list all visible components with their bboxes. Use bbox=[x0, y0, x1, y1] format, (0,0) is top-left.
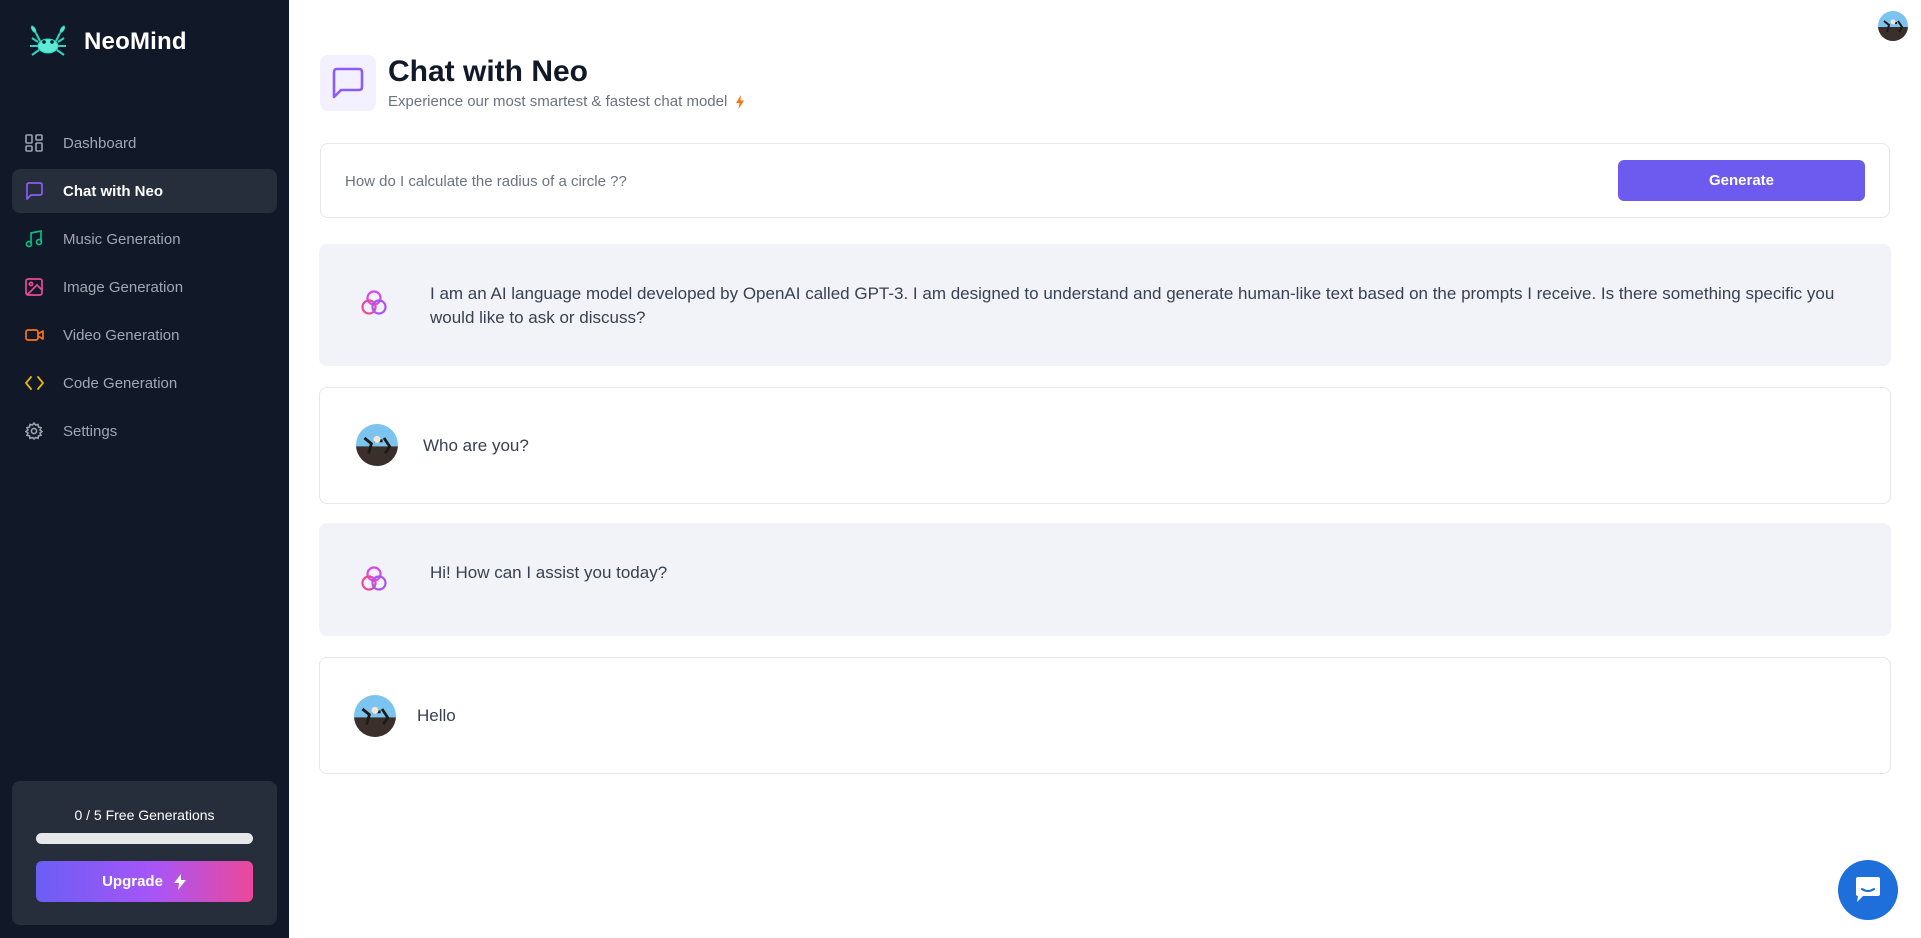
message-bot: I am an AI language model developed by O… bbox=[319, 244, 1891, 366]
bot-logo-icon bbox=[361, 290, 387, 315]
bot-logo-icon bbox=[361, 566, 387, 591]
upgrade-button[interactable]: Upgrade bbox=[36, 861, 253, 902]
page-subtitle: Experience our most smartest & fastest c… bbox=[388, 93, 745, 110]
gear-icon bbox=[24, 421, 44, 441]
sidebar-nav: Dashboard Chat with Neo Music Generation bbox=[12, 121, 277, 457]
page-subtitle-text: Experience our most smartest & fastest c… bbox=[388, 93, 728, 110]
prompt-form: Generate bbox=[320, 143, 1890, 218]
message-text: I am an AI language model developed by O… bbox=[430, 284, 1835, 327]
sidebar-item-label: Video Generation bbox=[63, 326, 180, 344]
lightning-icon bbox=[173, 873, 186, 890]
sidebar-item-label: Settings bbox=[63, 422, 118, 440]
sidebar-item-label: Dashboard bbox=[63, 134, 137, 152]
free-generations-count: 0 / 5 Free Generations bbox=[74, 807, 215, 823]
sidebar-item-code-generation[interactable]: Code Generation bbox=[12, 361, 277, 405]
lightning-icon bbox=[736, 94, 745, 109]
message-text: Who are you? bbox=[423, 436, 529, 455]
upgrade-label: Upgrade bbox=[102, 873, 163, 890]
chat-header-icon bbox=[320, 55, 376, 111]
free-generations-card: 0 / 5 Free Generations Upgrade bbox=[12, 781, 277, 925]
sidebar-item-dashboard[interactable]: Dashboard bbox=[12, 121, 277, 165]
music-icon bbox=[24, 229, 44, 249]
user-avatar bbox=[356, 424, 398, 466]
message-user: Who are you? bbox=[319, 387, 1891, 504]
user-avatar[interactable] bbox=[1878, 11, 1908, 41]
sidebar-item-video-generation[interactable]: Video Generation bbox=[12, 313, 277, 357]
sidebar-item-label: Image Generation bbox=[63, 278, 184, 296]
message-square-icon bbox=[24, 181, 44, 201]
prompt-input[interactable] bbox=[345, 166, 1585, 196]
sidebar-item-settings[interactable]: Settings bbox=[12, 409, 277, 453]
image-icon bbox=[24, 277, 44, 297]
video-icon bbox=[24, 325, 44, 345]
sidebar-item-label: Chat with Neo bbox=[63, 182, 163, 200]
sidebar-item-label: Music Generation bbox=[63, 230, 181, 248]
dashboard-icon bbox=[24, 133, 44, 153]
sidebar-item-chat-with-neo[interactable]: Chat with Neo bbox=[12, 169, 277, 213]
user-avatar bbox=[354, 695, 396, 737]
crab-logo-icon bbox=[30, 25, 66, 56]
message-bot: Hi! How can I assist you today? bbox=[319, 523, 1891, 636]
page-title: Chat with Neo bbox=[388, 55, 588, 88]
message-user: Hello bbox=[319, 657, 1891, 774]
code-icon bbox=[24, 373, 44, 393]
brand[interactable]: NeoMind bbox=[26, 24, 187, 60]
sidebar-item-image-generation[interactable]: Image Generation bbox=[12, 265, 277, 309]
sidebar: NeoMind Dashboard Chat with Neo Music Ge… bbox=[0, 0, 289, 938]
message-text: Hi! How can I assist you today? bbox=[430, 563, 668, 582]
chat-bubble-icon bbox=[1856, 877, 1880, 902]
generate-button[interactable]: Generate bbox=[1618, 160, 1865, 201]
sidebar-item-label: Code Generation bbox=[63, 374, 178, 392]
message-text: Hello bbox=[417, 706, 456, 725]
message-square-icon bbox=[332, 67, 364, 99]
brand-name: NeoMind bbox=[84, 28, 187, 55]
free-generations-progress bbox=[36, 833, 253, 844]
sidebar-item-music-generation[interactable]: Music Generation bbox=[12, 217, 277, 261]
support-chat-button[interactable] bbox=[1838, 860, 1898, 920]
